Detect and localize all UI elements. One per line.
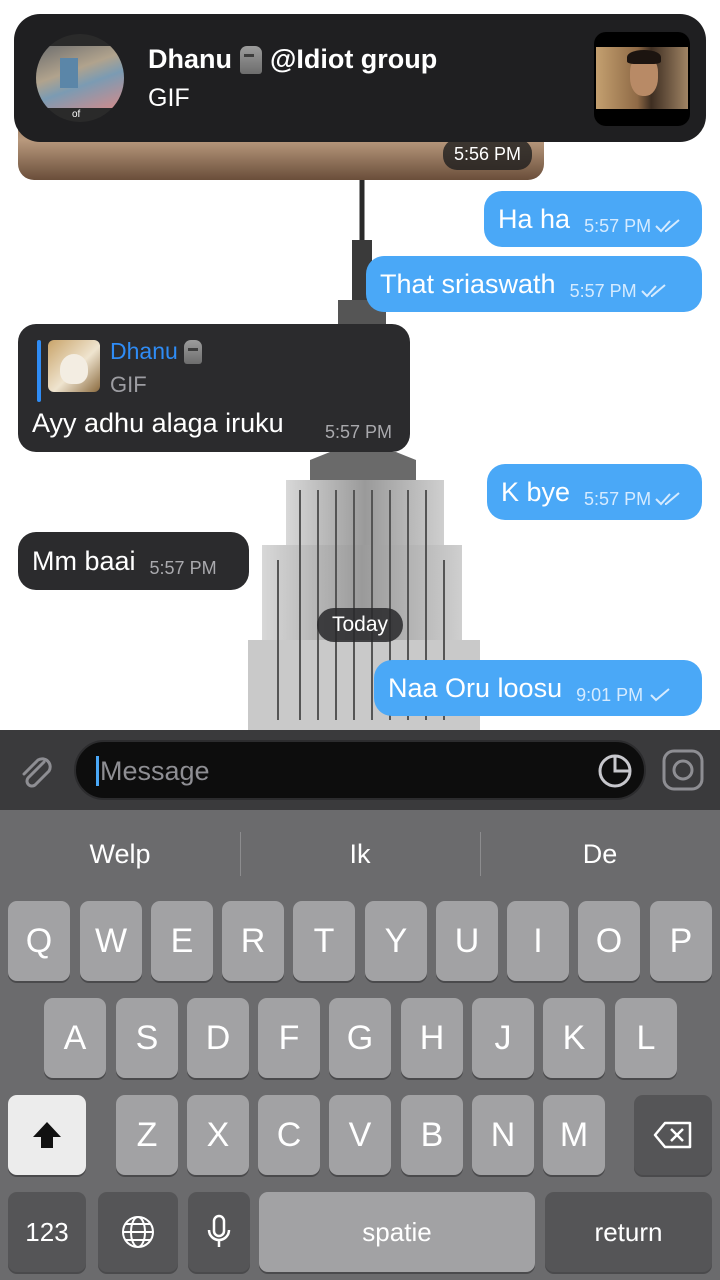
date-divider: Today (317, 608, 403, 642)
key-d[interactable]: D (187, 998, 249, 1078)
message-time: 5:57 PM (570, 281, 667, 302)
key-r[interactable]: R (222, 901, 284, 981)
key-l[interactable]: L (615, 998, 677, 1078)
backspace-icon (653, 1121, 692, 1149)
key-f[interactable]: F (258, 998, 320, 1078)
message-bubble-incoming-reply[interactable]: Dhanu GIF Ayy adhu alaga iruku 5:57 PM (18, 324, 410, 452)
message-text: Naa Oru loosu (388, 672, 563, 703)
double-check-icon (640, 284, 666, 298)
notification-title: Dhanu @Idiot group (148, 44, 437, 75)
key-x[interactable]: X (187, 1095, 249, 1175)
time-label: 5:57 PM (584, 215, 652, 236)
message-bubble-outgoing[interactable]: Naa Oru loosu 9:01 PM (374, 660, 702, 716)
avatar-label: of (72, 109, 81, 120)
notification-preview: GIF (148, 84, 190, 112)
key-a[interactable]: A (44, 998, 106, 1078)
message-bubble-outgoing[interactable]: That sriaswath 5:57 PM (366, 256, 702, 312)
reply-sender[interactable]: Dhanu (110, 338, 202, 365)
key-m[interactable]: M (543, 1095, 605, 1175)
return-key[interactable]: return (545, 1192, 712, 1272)
time-label: 5:57 PM (584, 488, 652, 509)
time-label: 5:57 PM (569, 280, 637, 301)
camera-icon[interactable] (660, 747, 706, 793)
key-n[interactable]: N (472, 1095, 534, 1175)
key-h[interactable]: H (401, 998, 463, 1078)
globe-icon (122, 1216, 154, 1248)
key-y[interactable]: Y (365, 901, 427, 981)
key-q[interactable]: Q (8, 901, 70, 981)
key-c[interactable]: C (258, 1095, 320, 1175)
suggestion-2[interactable]: Ik (240, 810, 480, 898)
globe-key[interactable] (98, 1192, 178, 1272)
time-label: 9:01 PM (576, 684, 644, 705)
message-time: 9:01 PM (576, 685, 673, 706)
suggestion-1[interactable]: Welp (0, 810, 240, 898)
key-w[interactable]: W (80, 901, 142, 981)
message-bubble-outgoing[interactable]: Ha ha 5:57 PM (484, 191, 702, 247)
key-o[interactable]: O (578, 901, 640, 981)
microphone-icon (207, 1214, 231, 1247)
text-cursor (96, 756, 99, 786)
moai-emoji-icon (183, 339, 202, 364)
key-i[interactable]: I (507, 901, 569, 981)
key-p[interactable]: P (650, 901, 712, 981)
reply-preview: GIF (110, 372, 147, 397)
key-b[interactable]: B (401, 1095, 463, 1175)
message-time: 5:57 PM (149, 557, 217, 578)
key-s[interactable]: S (116, 998, 178, 1078)
group-avatar: of (36, 34, 124, 122)
message-time: 5:57 PM (324, 422, 392, 442)
reply-accent-bar (37, 340, 41, 402)
key-u[interactable]: U (436, 901, 498, 981)
composer-bar (0, 730, 720, 810)
double-check-icon (655, 492, 680, 506)
gif-time: 5:56 PM (442, 139, 532, 170)
shift-key[interactable] (8, 1095, 86, 1175)
microphone-key[interactable] (188, 1192, 250, 1272)
key-k[interactable]: K (543, 998, 605, 1078)
reply-sender-name: Dhanu (110, 338, 178, 364)
sticker-icon[interactable] (596, 752, 634, 790)
message-text: That sriaswath (380, 268, 556, 299)
notification-group: @Idiot group (270, 44, 438, 74)
message-input[interactable] (100, 752, 580, 790)
message-bubble-outgoing[interactable]: K bye 5:57 PM (487, 464, 702, 520)
key-t[interactable]: T (293, 901, 355, 981)
message-field[interactable] (74, 740, 646, 800)
key-e[interactable]: E (151, 901, 213, 981)
suggestion-bar: Welp Ik De (0, 810, 720, 898)
backspace-key[interactable] (634, 1095, 712, 1175)
notification-banner[interactable]: of Dhanu @Idiot group GIF (14, 14, 706, 142)
message-time: 5:57 PM (584, 216, 681, 237)
message-text: Ayy adhu alaga iruku (32, 408, 284, 438)
paperclip-icon[interactable] (14, 750, 58, 794)
gif-thumbnail (594, 32, 690, 126)
double-check-icon (655, 219, 680, 233)
message-bubble-incoming[interactable]: Mm baai 5:57 PM (18, 532, 249, 590)
key-j[interactable]: J (472, 998, 534, 1078)
reply-thumbnail (48, 340, 100, 392)
notification-sender: Dhanu (148, 44, 232, 74)
key-g[interactable]: G (329, 998, 391, 1078)
message-time: 5:57 PM (584, 489, 681, 510)
shift-arrow-icon (33, 1122, 61, 1148)
check-icon (650, 688, 670, 702)
moai-emoji-icon (240, 45, 262, 74)
key-v[interactable]: V (329, 1095, 391, 1175)
numbers-key[interactable]: 123 (8, 1192, 86, 1272)
message-text: K bye (501, 476, 571, 507)
keyboard: Welp Ik De Q W E R T Y U I O P A S D F G… (0, 810, 720, 1280)
message-text: Ha ha (498, 203, 571, 234)
message-text: Mm baai (32, 545, 136, 576)
key-z[interactable]: Z (116, 1095, 178, 1175)
suggestion-3[interactable]: De (480, 810, 720, 898)
space-key[interactable]: spatie (259, 1192, 535, 1272)
